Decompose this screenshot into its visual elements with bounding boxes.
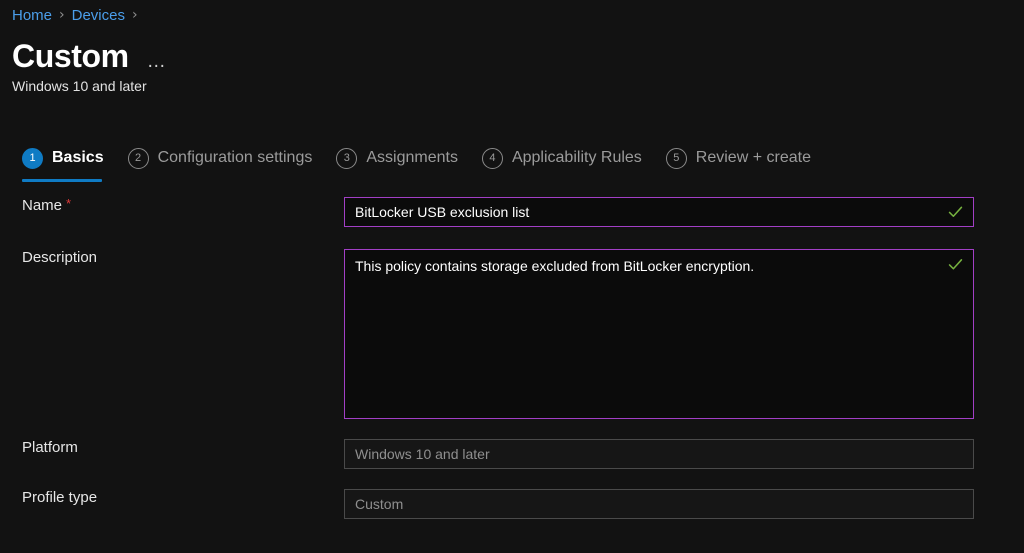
platform-label: Platform bbox=[22, 439, 78, 456]
platform-control: Windows 10 and later bbox=[344, 439, 974, 469]
tab-step-number: 1 bbox=[22, 148, 43, 169]
platform-input-disabled: Windows 10 and later bbox=[344, 439, 974, 469]
profile-type-input-disabled: Custom bbox=[344, 489, 974, 519]
page-subtitle: Windows 10 and later bbox=[12, 78, 147, 94]
tab-configuration-settings[interactable]: 2 Configuration settings bbox=[128, 140, 313, 178]
chevron-right-icon: › bbox=[59, 8, 65, 22]
required-asterisk: * bbox=[66, 196, 71, 211]
chevron-right-icon: › bbox=[132, 8, 138, 22]
profile-type-label: Profile type bbox=[22, 489, 97, 506]
tab-basics[interactable]: 1 Basics bbox=[22, 140, 104, 178]
tab-label: Configuration settings bbox=[158, 149, 313, 167]
description-textarea[interactable]: This policy contains storage excluded fr… bbox=[344, 249, 974, 419]
name-label-text: Name bbox=[22, 197, 62, 214]
name-label: Name * bbox=[22, 197, 71, 214]
profile-type-value: Custom bbox=[355, 496, 403, 512]
description-textarea-value: This policy contains storage excluded fr… bbox=[355, 258, 754, 274]
tab-assignments[interactable]: 3 Assignments bbox=[336, 140, 458, 178]
platform-value: Windows 10 and later bbox=[355, 446, 490, 462]
tab-label: Assignments bbox=[366, 149, 458, 167]
check-icon bbox=[947, 256, 964, 273]
wizard-tabs: 1 Basics 2 Configuration settings 3 Assi… bbox=[22, 140, 835, 182]
tab-step-number: 3 bbox=[336, 148, 357, 169]
tab-step-number: 5 bbox=[666, 148, 687, 169]
azure-portal-blade: Home › Devices › Custom … Windows 10 and… bbox=[0, 0, 1024, 553]
description-control: This policy contains storage excluded fr… bbox=[344, 249, 974, 419]
check-icon bbox=[947, 204, 964, 221]
more-options-icon[interactable]: … bbox=[147, 56, 168, 76]
profile-type-control: Custom bbox=[344, 489, 974, 519]
tab-review-create[interactable]: 5 Review + create bbox=[666, 140, 811, 178]
tab-step-number: 4 bbox=[482, 148, 503, 169]
tab-applicability-rules[interactable]: 4 Applicability Rules bbox=[482, 140, 642, 178]
tab-step-number: 2 bbox=[128, 148, 149, 169]
tab-label: Applicability Rules bbox=[512, 149, 642, 167]
title-row: Custom … bbox=[12, 36, 167, 76]
tab-active-underline bbox=[22, 179, 102, 182]
tab-label: Basics bbox=[52, 149, 104, 167]
description-label: Description bbox=[22, 249, 97, 266]
name-input-value: BitLocker USB exclusion list bbox=[355, 204, 529, 220]
name-input[interactable]: BitLocker USB exclusion list bbox=[344, 197, 974, 227]
tab-label: Review + create bbox=[696, 149, 811, 167]
breadcrumb: Home › Devices › bbox=[12, 4, 145, 26]
page-title: Custom bbox=[12, 36, 129, 76]
breadcrumb-item-home[interactable]: Home bbox=[12, 7, 52, 24]
breadcrumb-item-devices[interactable]: Devices bbox=[72, 7, 125, 24]
name-control: BitLocker USB exclusion list bbox=[344, 197, 974, 227]
